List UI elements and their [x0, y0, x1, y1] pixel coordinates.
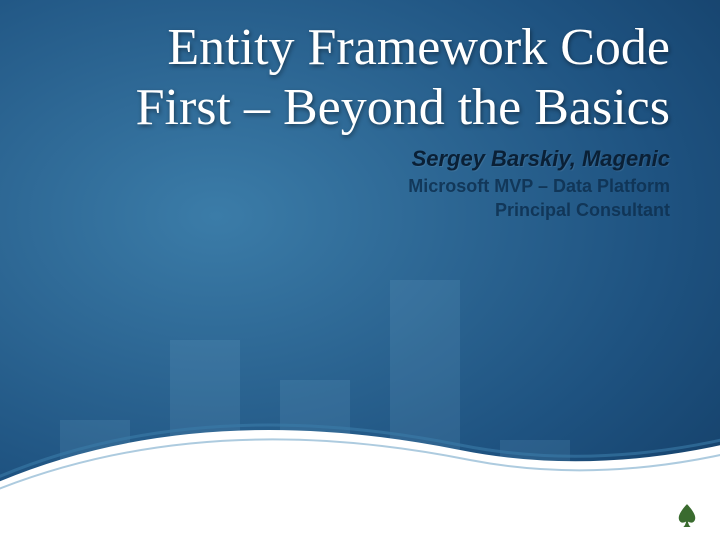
- background-bars: [0, 240, 720, 540]
- subtitle-mvp: Microsoft MVP – Data Platform: [70, 174, 670, 198]
- subtitle-role: Principal Consultant: [70, 198, 670, 222]
- slide-content: Entity Framework Code First – Beyond the…: [70, 18, 670, 222]
- slide-title: Entity Framework Code First – Beyond the…: [70, 18, 670, 138]
- decorative-swoosh: [0, 370, 720, 540]
- author-line: Sergey Barskiy, Magenic: [70, 146, 670, 172]
- spade-icon: [676, 502, 698, 530]
